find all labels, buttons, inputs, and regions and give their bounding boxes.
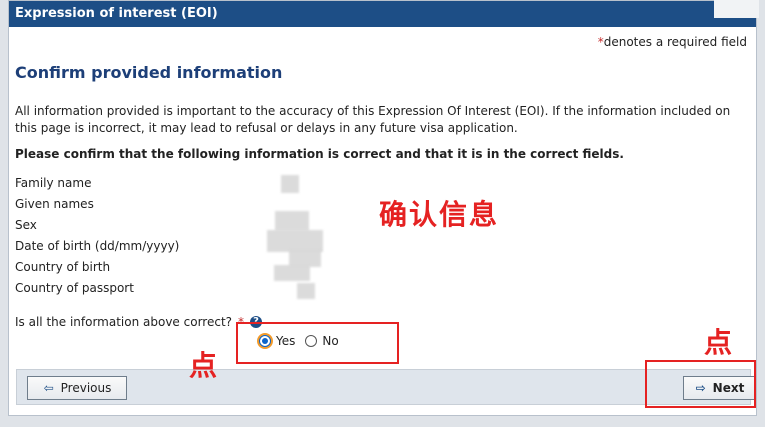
navigation-bar: ⇦ Previous ⇨ Next — [16, 369, 756, 405]
required-note-text: denotes a required field — [603, 35, 747, 49]
blurred-country-of-birth-value — [274, 265, 310, 281]
field-label-country-of-birth: Country of birth — [15, 260, 111, 274]
intro-text: All information provided is important to… — [15, 104, 731, 135]
window-title: Expression of interest (EOI) — [9, 1, 756, 27]
field-list: Family name Given names Sex Date of birt… — [15, 175, 179, 301]
field-label-sex: Sex — [15, 218, 37, 232]
top-right-page-background — [714, 0, 759, 18]
next-highlight-box — [645, 360, 756, 408]
field-label-given-names: Given names — [15, 197, 94, 211]
confirm-info-annotation: 确认信息 — [379, 198, 500, 231]
left-arrow-icon: ⇦ — [43, 381, 54, 395]
confirmation-question: Is all the information above correct? * ? — [15, 315, 263, 329]
field-label-country-of-passport: Country of passport — [15, 281, 134, 295]
previous-button-label: Previous — [60, 381, 112, 395]
yes-no-highlight-box — [236, 322, 399, 364]
click-next-annotation: 点 — [704, 326, 733, 359]
confirmation-question-text: Is all the information above correct? — [15, 315, 233, 329]
field-label-date-of-birth: Date of birth (dd/mm/yyyy) — [15, 239, 180, 253]
click-yes-annotation: 点 — [189, 349, 218, 382]
blurred-given-names-value — [275, 211, 309, 231]
previous-button[interactable]: ⇦ Previous — [27, 376, 127, 400]
blurred-family-name-value — [281, 175, 299, 193]
required-field-note: *denotes a required field — [598, 35, 747, 49]
field-label-family-name: Family name — [15, 176, 92, 190]
confirm-heading: Please confirm that the following inform… — [15, 147, 624, 161]
blurred-country-of-passport-value — [297, 283, 315, 299]
page-title: Confirm provided information — [15, 63, 283, 82]
